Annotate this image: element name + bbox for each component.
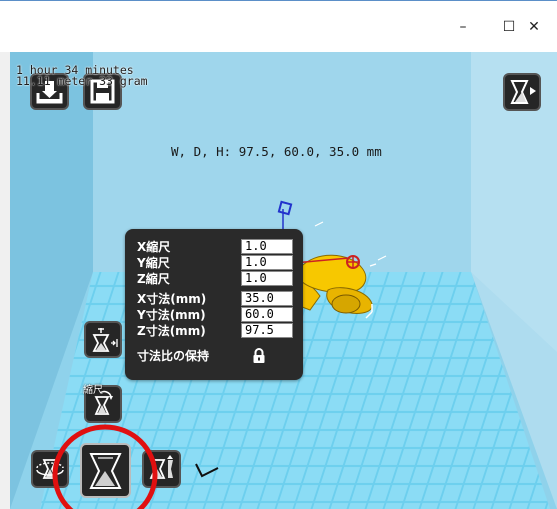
- highlight-annotation: [52, 424, 158, 509]
- red-highlight-circle: [52, 424, 158, 509]
